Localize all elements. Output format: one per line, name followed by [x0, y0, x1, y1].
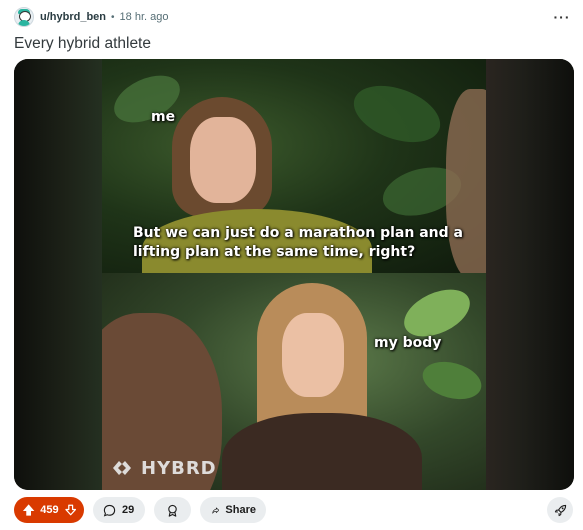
arrow-down-icon[interactable] [64, 504, 76, 516]
meme-caption: But we can just do a marathon plan and a… [133, 225, 463, 260]
more-options-button[interactable]: ··· [551, 9, 573, 25]
share-label: Share [225, 504, 256, 516]
post-timestamp: 18 hr. ago [119, 11, 169, 23]
avatar-icon[interactable] [14, 7, 34, 27]
upvote-count: 459 [40, 504, 59, 516]
arrow-up-icon[interactable] [22, 503, 35, 517]
separator-dot: • [111, 11, 115, 23]
comment-bubble-icon [103, 504, 116, 516]
media-blur-right [486, 59, 574, 490]
award-button[interactable] [154, 497, 191, 523]
post-media[interactable]: me But we can just do a marathon plan an… [14, 59, 574, 490]
hybrd-watermark: HYBRD [111, 457, 217, 479]
meme-image[interactable]: me But we can just do a marathon plan an… [102, 59, 486, 490]
rocket-icon [554, 504, 566, 516]
boost-button[interactable] [547, 497, 573, 523]
share-button[interactable]: Share [200, 497, 266, 523]
media-blur-left [14, 59, 102, 490]
hybrd-logo-icon [113, 461, 131, 475]
meme-label-me: me [151, 109, 176, 125]
vote-control: 459 [14, 497, 84, 523]
post-header: u/hybrd_ben • 18 hr. ago ··· [14, 6, 573, 28]
comment-count: 29 [122, 504, 135, 516]
award-icon [168, 504, 177, 517]
meme-label-my-body: my body [374, 335, 442, 351]
action-bar: 459 29 Share [14, 497, 573, 523]
author-link[interactable]: u/hybrd_ben [40, 11, 106, 23]
comments-button[interactable]: 29 [93, 497, 145, 523]
share-arrow-icon [212, 507, 220, 514]
watermark-text: HYBRD [141, 457, 217, 479]
post-title[interactable]: Every hybrid athlete [14, 35, 151, 53]
